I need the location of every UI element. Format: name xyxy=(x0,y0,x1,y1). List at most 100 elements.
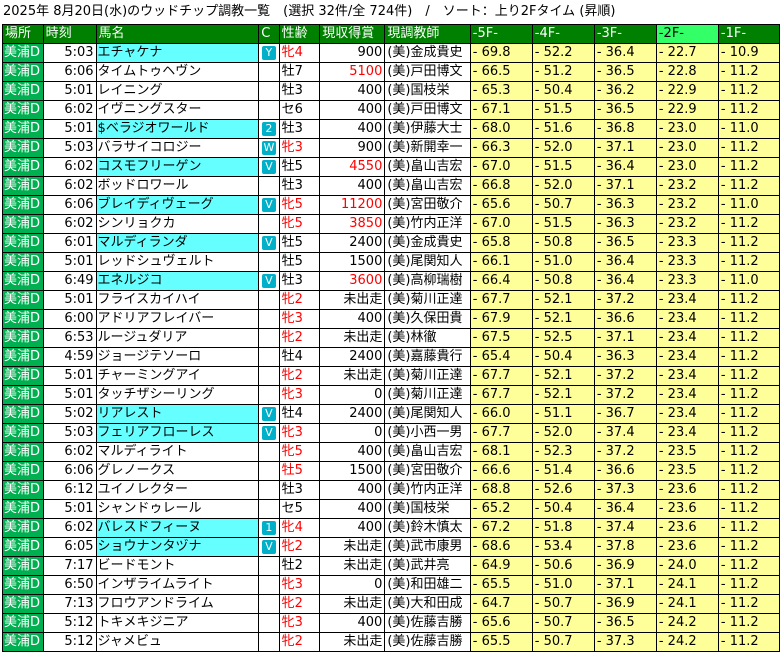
cell-horse-name[interactable]: ユイノレクター xyxy=(95,480,260,500)
header-2f[interactable]: -2F- xyxy=(655,24,719,44)
header-c[interactable]: C xyxy=(258,24,280,44)
header-5f[interactable]: -5F- xyxy=(469,24,533,44)
header-3f[interactable]: -3F- xyxy=(593,24,657,44)
cell-trainer: (美)伊藤大士 xyxy=(384,119,471,139)
cell-prize: 0 xyxy=(319,575,386,595)
header-prize[interactable]: 現収得賞 xyxy=(319,24,386,44)
cell-horse-name[interactable]: ボッドロワール xyxy=(95,176,260,196)
cell-horse-name[interactable]: ジャメビュ xyxy=(95,632,260,652)
cell-horse-name[interactable]: インザライムライト xyxy=(95,575,260,595)
cell-1f: - 11.2 xyxy=(717,366,781,386)
mark-badge: V xyxy=(261,160,276,174)
cell-3f: - 36.5 xyxy=(593,613,657,633)
cell-mark: V xyxy=(258,195,280,215)
cell-sexage: 牡5 xyxy=(278,157,321,177)
cell-5f: - 64.9 xyxy=(469,556,533,576)
cell-horse-name[interactable]: ブレイディヴェーグ xyxy=(95,195,260,215)
cell-sexage: 牡4 xyxy=(278,347,321,367)
cell-horse-name[interactable]: ビードモント xyxy=(95,556,260,576)
cell-sexage: 牝2 xyxy=(278,290,321,310)
cell-time: 5:01 xyxy=(42,499,97,519)
cell-4f: - 50.7 xyxy=(531,613,595,633)
cell-1f: - 11.2 xyxy=(717,347,781,367)
cell-horse-name[interactable]: バレスドフィーヌ xyxy=(95,518,260,538)
cell-4f: - 51.5 xyxy=(531,157,595,177)
cell-horse-name[interactable]: マルディランダ xyxy=(95,233,260,253)
cell-3f: - 37.2 xyxy=(593,385,657,405)
cell-horse-name[interactable]: ジョージテソーロ xyxy=(95,347,260,367)
cell-5f: - 65.4 xyxy=(469,347,533,367)
cell-2f: - 23.4 xyxy=(655,347,719,367)
header-row: 場所 時刻 馬名 C 性齢 現収得賞 現調教師 -5F- -4F- -3F- -… xyxy=(2,24,781,44)
cell-horse-name[interactable]: トキメキジニア xyxy=(95,613,260,633)
table-row: 美浦D 6:49 エネルジコ V 牡3 3600 (美)高柳瑞樹 - 66.4- 50.8- … xyxy=(2,271,781,291)
cell-horse-name[interactable]: $ベラジオワールド xyxy=(95,119,260,139)
cell-prize: 400 xyxy=(319,613,386,633)
cell-horse-name[interactable]: エチャケナ xyxy=(95,43,260,63)
cell-4f: - 51.0 xyxy=(531,252,595,272)
cell-horse-name[interactable]: タッチザシーリング xyxy=(95,385,260,405)
cell-1f: - 11.0 xyxy=(717,195,781,215)
cell-prize: 3600 xyxy=(319,271,386,291)
cell-mark xyxy=(258,480,280,500)
cell-horse-name[interactable]: フライスカイハイ xyxy=(95,290,260,310)
cell-mark: V xyxy=(258,157,280,177)
cell-5f: - 65.5 xyxy=(469,632,533,652)
cell-time: 5:12 xyxy=(42,632,97,652)
cell-1f: - 11.2 xyxy=(717,461,781,481)
cell-mark xyxy=(258,575,280,595)
cell-1f: - 11.2 xyxy=(717,157,781,177)
cell-2f: - 23.6 xyxy=(655,537,719,557)
cell-prize: 0 xyxy=(319,385,386,405)
cell-place: 美浦D xyxy=(2,138,44,158)
cell-horse-name[interactable]: グレノークス xyxy=(95,461,260,481)
header-place[interactable]: 場所 xyxy=(2,24,44,44)
cell-trainer: (美)金成貴史 xyxy=(384,43,471,63)
cell-place: 美浦D xyxy=(2,252,44,272)
cell-horse-name[interactable]: アドリアフレイバー xyxy=(95,309,260,329)
table-body: 美浦D 5:03 エチャケナ Y 牝4 900 (美)金成貴史 - 69.8- 52.2- 3… xyxy=(2,43,781,652)
cell-horse-name[interactable]: バラサイコロジー xyxy=(95,138,260,158)
cell-prize: 900 xyxy=(319,43,386,63)
cell-horse-name[interactable]: シンリョクカ xyxy=(95,214,260,234)
cell-time: 6:12 xyxy=(42,480,97,500)
cell-1f: - 11.2 xyxy=(717,613,781,633)
cell-sexage: 牝5 xyxy=(278,214,321,234)
cell-horse-name[interactable]: コスモフリーゲン xyxy=(95,157,260,177)
cell-horse-name[interactable]: リアレスト xyxy=(95,404,260,424)
header-time[interactable]: 時刻 xyxy=(42,24,97,44)
cell-horse-name[interactable]: チャーミングアイ xyxy=(95,366,260,386)
cell-time: 4:59 xyxy=(42,347,97,367)
header-4f[interactable]: -4F- xyxy=(531,24,595,44)
cell-5f: - 67.7 xyxy=(469,423,533,443)
cell-horse-name[interactable]: ショウナンタヅナ xyxy=(95,537,260,557)
cell-horse-name[interactable]: フロウアンドライム xyxy=(95,594,260,614)
header-1f[interactable]: -1F- xyxy=(717,24,781,44)
cell-4f: - 51.2 xyxy=(531,62,595,82)
cell-5f: - 67.0 xyxy=(469,214,533,234)
cell-horse-name[interactable]: エネルジコ xyxy=(95,271,260,291)
cell-place: 美浦D xyxy=(2,518,44,538)
cell-sexage: 牡2 xyxy=(278,556,321,576)
cell-horse-name[interactable]: タイムトゥヘヴン xyxy=(95,62,260,82)
cell-horse-name[interactable]: マルディライト xyxy=(95,442,260,462)
cell-horse-name[interactable]: シャンドゥレール xyxy=(95,499,260,519)
cell-3f: - 36.4 xyxy=(593,43,657,63)
header-sexage[interactable]: 性齢 xyxy=(278,24,321,44)
cell-horse-name[interactable]: レイニング xyxy=(95,81,260,101)
cell-horse-name[interactable]: レッドシュヴェルト xyxy=(95,252,260,272)
header-trainer[interactable]: 現調教師 xyxy=(384,24,471,44)
cell-horse-name[interactable]: ルージュダリア xyxy=(95,328,260,348)
cell-horse-name[interactable]: イヴニングスター xyxy=(95,100,260,120)
cell-1f: - 11.2 xyxy=(717,81,781,101)
cell-horse-name[interactable]: フェリアフローレス xyxy=(95,423,260,443)
header-name[interactable]: 馬名 xyxy=(95,24,260,44)
cell-place: 美浦D xyxy=(2,594,44,614)
cell-mark xyxy=(258,366,280,386)
cell-3f: - 36.9 xyxy=(593,556,657,576)
cell-time: 7:13 xyxy=(42,594,97,614)
table-row: 美浦D 5:01 フライスカイハイ 牝2 未出走 (美)菊川正達 - 67.7- 52.1-… xyxy=(2,290,781,310)
cell-trainer: (美)菊川正達 xyxy=(384,385,471,405)
cell-place: 美浦D xyxy=(2,442,44,462)
cell-place: 美浦D xyxy=(2,119,44,139)
